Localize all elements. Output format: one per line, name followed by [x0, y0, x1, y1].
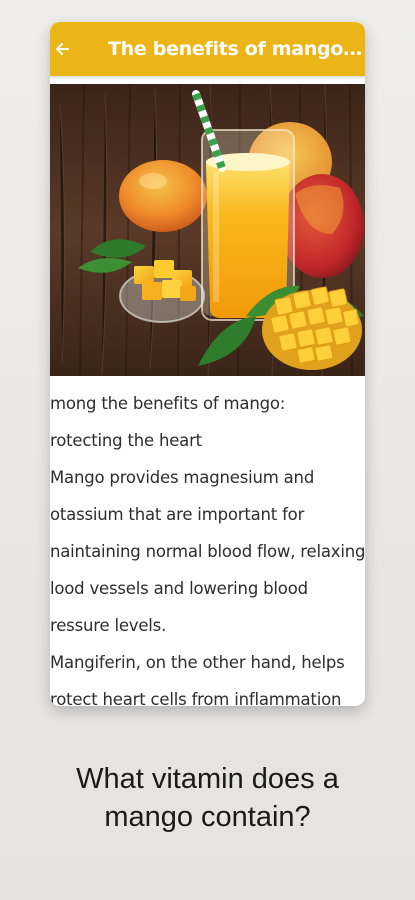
article-body: mong the benefits of mango: rotecting th…: [50, 388, 365, 706]
article-line: rotect heart cells from inflammation: [50, 690, 342, 706]
article-line: rotecting the heart: [50, 431, 202, 450]
article-line: otassium that are important for: [50, 505, 305, 524]
app-bar: The benefits of mango f…: [50, 22, 365, 76]
back-button[interactable]: [54, 41, 70, 57]
article-line: ressure levels.: [50, 616, 167, 635]
promo-caption: What vitamin does a mango contain?: [0, 760, 415, 836]
page-title: The benefits of mango f…: [108, 38, 364, 60]
article-line: naintaining normal blood flow, relaxing: [50, 542, 365, 561]
article-line: Mango provides magnesium and: [50, 468, 315, 487]
article-line: lood vessels and lowering blood: [50, 579, 308, 598]
arrow-left-icon: [56, 43, 69, 55]
article-line: Mangiferin, on the other hand, helps: [50, 653, 345, 672]
app-screen: The benefits of mango f… mong the benefi…: [50, 22, 365, 706]
mango-juice-image: [50, 84, 365, 376]
caption-line-1: What vitamin does a: [76, 763, 339, 795]
caption-line-2: mango contain?: [104, 801, 311, 833]
article-line: mong the benefits of mango:: [50, 394, 286, 413]
